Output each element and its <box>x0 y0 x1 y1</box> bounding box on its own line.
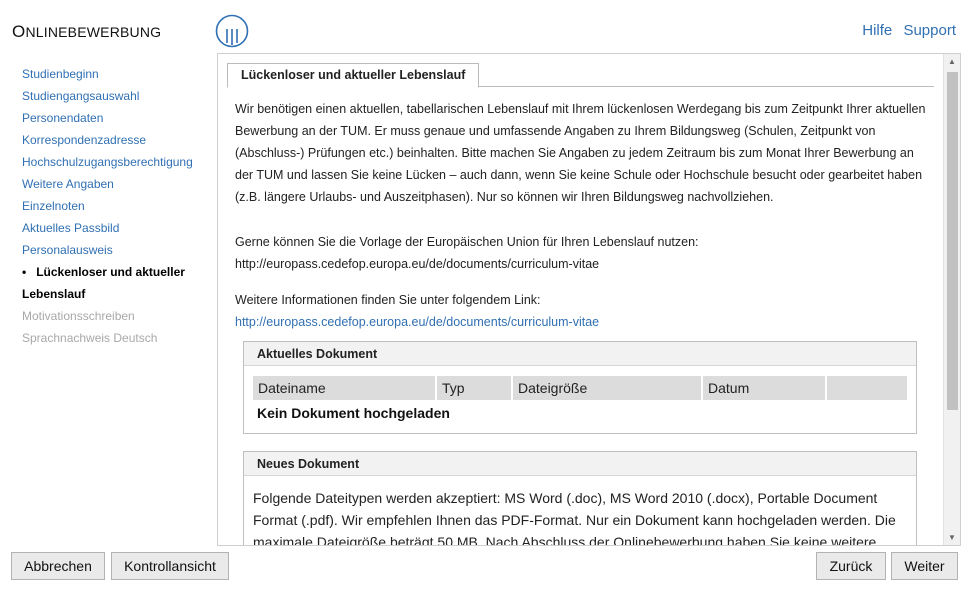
top-links: Hilfe Support <box>855 22 956 39</box>
content-area: Lückenloser und aktueller Lebenslauf Wir… <box>218 54 943 546</box>
help-link[interactable]: Hilfe <box>862 22 892 39</box>
tab-lebenslauf[interactable]: Lückenloser und aktueller Lebenslauf <box>227 63 480 88</box>
tab-bar: Lückenloser und aktueller Lebenslauf <box>227 63 934 88</box>
back-button[interactable]: Zurück <box>816 552 886 580</box>
main-panel: Lückenloser und aktueller Lebenslauf Wir… <box>217 53 961 546</box>
template-url: http://europass.cedefop.europa.eu/de/doc… <box>235 257 600 271</box>
col-dateigroesse: Dateigröße <box>513 376 703 400</box>
new-document-box: Neues Dokument Folgende Dateitypen werde… <box>243 451 917 546</box>
sidebar-item-personendaten[interactable]: Personendaten <box>22 107 212 129</box>
sidebar-item-sprachnachweis: Sprachnachweis Deutsch <box>22 331 158 345</box>
template-paragraph: Gerne können Sie die Vorlage der Europäi… <box>235 231 930 275</box>
current-document-title: Aktuelles Dokument <box>244 342 916 366</box>
sidebar-item-weitere-angaben[interactable]: Weitere Angaben <box>22 173 212 195</box>
europass-link[interactable]: http://europass.cedefop.europa.eu/de/doc… <box>235 311 930 333</box>
info-paragraph: Weitere Informationen finden Sie unter f… <box>235 289 930 333</box>
scroll-up-arrow-icon[interactable]: ▲ <box>948 57 956 66</box>
scrollbar-thumb[interactable] <box>947 72 958 410</box>
sidebar-item-einzelnoten[interactable]: Einzelnoten <box>22 195 212 217</box>
col-typ: Typ <box>437 376 513 400</box>
sidebar-item-lebenslauf-active[interactable]: • Lückenloser und aktueller <box>22 261 212 283</box>
info-text: Weitere Informationen finden Sie unter f… <box>235 293 541 307</box>
sidebar-item-hochschulzugangsberechtigung[interactable]: Hochschulzugangsberechtigung <box>22 151 212 173</box>
scroll-down-arrow-icon[interactable]: ▼ <box>948 533 956 542</box>
sidebar-item-passbild[interactable]: Aktuelles Passbild <box>22 217 212 239</box>
col-actions <box>827 376 907 400</box>
document-table-header: Dateiname Typ Dateigröße Datum <box>253 376 907 400</box>
sidebar-nav: Studienbeginn Studiengangsauswahl Person… <box>22 63 212 349</box>
new-document-title: Neues Dokument <box>244 452 916 476</box>
template-text: Gerne können Sie die Vorlage der Europäi… <box>235 235 699 249</box>
vertical-scrollbar[interactable]: ▲ ▼ <box>943 54 960 545</box>
active-bullet-icon: • <box>22 265 27 279</box>
sidebar-item-motivationsschreiben: Motivationsschreiben <box>22 309 135 323</box>
review-button[interactable]: Kontrollansicht <box>111 552 229 580</box>
current-document-box: Aktuelles Dokument Dateiname Typ Dateigr… <box>243 341 917 434</box>
col-dateiname: Dateiname <box>253 376 437 400</box>
new-document-text: Folgende Dateitypen werden akzeptiert: M… <box>253 490 896 546</box>
sidebar-item-lebenslauf-active-cont[interactable]: Lebenslauf <box>22 283 212 305</box>
brand-title: ONLINEBEWERBUNG <box>12 22 162 41</box>
university-logo-icon <box>215 14 249 48</box>
intro-text: Wir benötigen einen aktuellen, tabellari… <box>235 102 926 204</box>
col-datum: Datum <box>703 376 827 400</box>
next-button[interactable]: Weiter <box>891 552 958 580</box>
support-link[interactable]: Support <box>903 22 956 39</box>
sidebar-item-korrespondenzadresse[interactable]: Korrespondenzadresse <box>22 129 212 151</box>
sidebar-item-personalausweis[interactable]: Personalausweis <box>22 239 212 261</box>
no-document-message: Kein Dokument hochgeladen <box>257 405 450 421</box>
sidebar-item-studienbeginn[interactable]: Studienbeginn <box>22 63 212 85</box>
sidebar-item-studiengangsauswahl[interactable]: Studiengangsauswahl <box>22 85 212 107</box>
cancel-button[interactable]: Abbrechen <box>11 552 105 580</box>
